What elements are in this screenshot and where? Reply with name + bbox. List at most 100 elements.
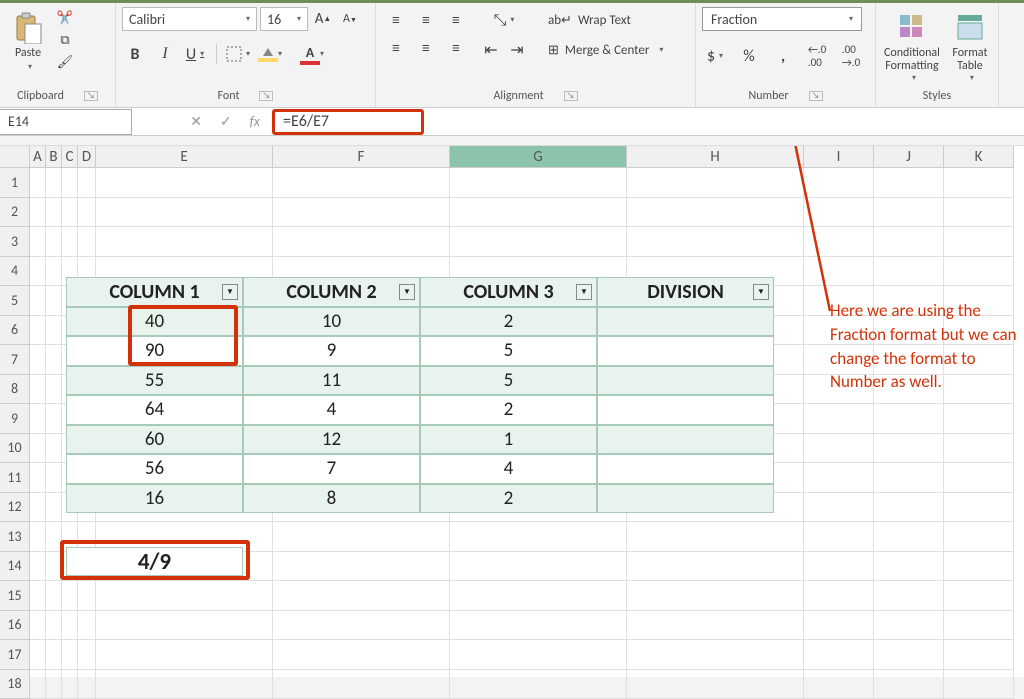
cell[interactable] [46, 640, 62, 670]
cell[interactable] [944, 640, 1014, 670]
cell[interactable] [96, 640, 273, 670]
cell[interactable] [46, 168, 62, 198]
font-size-combo[interactable]: 16▾ [260, 7, 308, 31]
table-header[interactable]: COLUMN 2▼ [243, 277, 420, 307]
cell[interactable] [450, 581, 627, 611]
align-bottom-icon[interactable]: ≡ [442, 7, 470, 33]
cell[interactable] [874, 611, 944, 641]
table-cell[interactable]: 11 [243, 366, 420, 396]
col-header-C[interactable]: C [62, 146, 78, 168]
table-cell[interactable]: 1 [420, 425, 597, 455]
increase-font-icon[interactable]: A▲ [311, 7, 335, 31]
cell[interactable] [46, 227, 62, 257]
cell[interactable] [62, 227, 78, 257]
fx-icon[interactable]: fx [250, 113, 260, 130]
cell[interactable] [96, 227, 273, 257]
fill-color-button[interactable]: ▾ [255, 41, 281, 67]
filter-arrow-icon[interactable]: ▼ [576, 284, 592, 300]
cell[interactable] [804, 611, 874, 641]
cell[interactable] [627, 522, 804, 552]
row-header-7[interactable]: 7 [0, 345, 30, 375]
increase-indent-icon[interactable]: ⇥ [504, 37, 530, 63]
cell[interactable] [46, 552, 62, 582]
cell[interactable] [450, 670, 627, 699]
row-header-5[interactable]: 5 [0, 286, 30, 316]
cell[interactable] [944, 522, 1014, 552]
cell[interactable] [450, 552, 627, 582]
cell[interactable] [78, 640, 96, 670]
cell[interactable] [804, 198, 874, 228]
table-cell[interactable]: 10 [243, 307, 420, 337]
select-all-corner[interactable] [0, 146, 30, 168]
cell[interactable] [30, 404, 46, 434]
table-header[interactable]: DIVISION▼ [597, 277, 774, 307]
font-color-button[interactable]: A ▾ [297, 41, 323, 67]
cell[interactable] [96, 581, 273, 611]
table-cell[interactable] [597, 484, 774, 514]
cell[interactable] [46, 257, 62, 287]
table-cell[interactable]: 5 [420, 336, 597, 366]
format-painter-icon[interactable]: 🖌 [56, 53, 74, 71]
cell[interactable] [30, 463, 46, 493]
filter-arrow-icon[interactable]: ▼ [753, 284, 769, 300]
cell[interactable] [273, 227, 450, 257]
cell[interactable] [874, 670, 944, 699]
number-launcher[interactable]: ↘ [809, 91, 823, 101]
cell[interactable] [46, 670, 62, 699]
cell[interactable] [46, 404, 62, 434]
cell[interactable] [874, 463, 944, 493]
row-header-9[interactable]: 9 [0, 404, 30, 434]
table-cell[interactable]: 4 [420, 454, 597, 484]
table-header[interactable]: COLUMN 1▼ [66, 277, 243, 307]
cell[interactable] [273, 581, 450, 611]
cell[interactable] [450, 611, 627, 641]
cell[interactable] [273, 168, 450, 198]
table-cell[interactable]: 12 [243, 425, 420, 455]
cell[interactable] [450, 522, 627, 552]
cell[interactable] [804, 581, 874, 611]
cell[interactable] [30, 611, 46, 641]
cell[interactable] [627, 198, 804, 228]
cell[interactable] [30, 375, 46, 405]
font-launcher[interactable]: ↘ [259, 91, 273, 101]
row-header-10[interactable]: 10 [0, 434, 30, 464]
col-header-J[interactable]: J [874, 146, 944, 168]
row-header-2[interactable]: 2 [0, 198, 30, 228]
cell[interactable] [874, 198, 944, 228]
clipboard-launcher[interactable]: ↘ [84, 91, 98, 101]
table-cell[interactable]: 55 [66, 366, 243, 396]
cell[interactable] [46, 316, 62, 346]
col-header-A[interactable]: A [30, 146, 46, 168]
col-header-K[interactable]: K [944, 146, 1014, 168]
cell[interactable] [804, 168, 874, 198]
cell[interactable] [46, 463, 62, 493]
cell[interactable] [30, 434, 46, 464]
cell[interactable] [46, 198, 62, 228]
cell[interactable] [78, 611, 96, 641]
table-cell[interactable]: 8 [243, 484, 420, 514]
align-center-icon[interactable]: ≡ [412, 35, 440, 61]
cell[interactable] [804, 552, 874, 582]
col-header-B[interactable]: B [46, 146, 62, 168]
cell[interactable] [30, 168, 46, 198]
cell[interactable] [627, 670, 804, 699]
italic-button[interactable]: I [152, 41, 178, 67]
row-header-11[interactable]: 11 [0, 463, 30, 493]
cell[interactable] [944, 552, 1014, 582]
cell[interactable] [450, 227, 627, 257]
filter-arrow-icon[interactable]: ▼ [222, 284, 238, 300]
cell[interactable] [944, 611, 1014, 641]
cell[interactable] [944, 198, 1014, 228]
cell[interactable] [804, 404, 874, 434]
row-header-18[interactable]: 18 [0, 670, 30, 699]
cell[interactable] [874, 581, 944, 611]
cell[interactable] [78, 198, 96, 228]
cell[interactable] [46, 581, 62, 611]
table-cell[interactable]: 90 [66, 336, 243, 366]
table-cell[interactable]: 40 [66, 307, 243, 337]
accounting-format-icon[interactable]: $▾ [702, 43, 728, 69]
name-box[interactable]: E14 [0, 109, 132, 135]
table-cell[interactable]: 64 [66, 395, 243, 425]
cell[interactable] [450, 168, 627, 198]
row-header-6[interactable]: 6 [0, 316, 30, 346]
